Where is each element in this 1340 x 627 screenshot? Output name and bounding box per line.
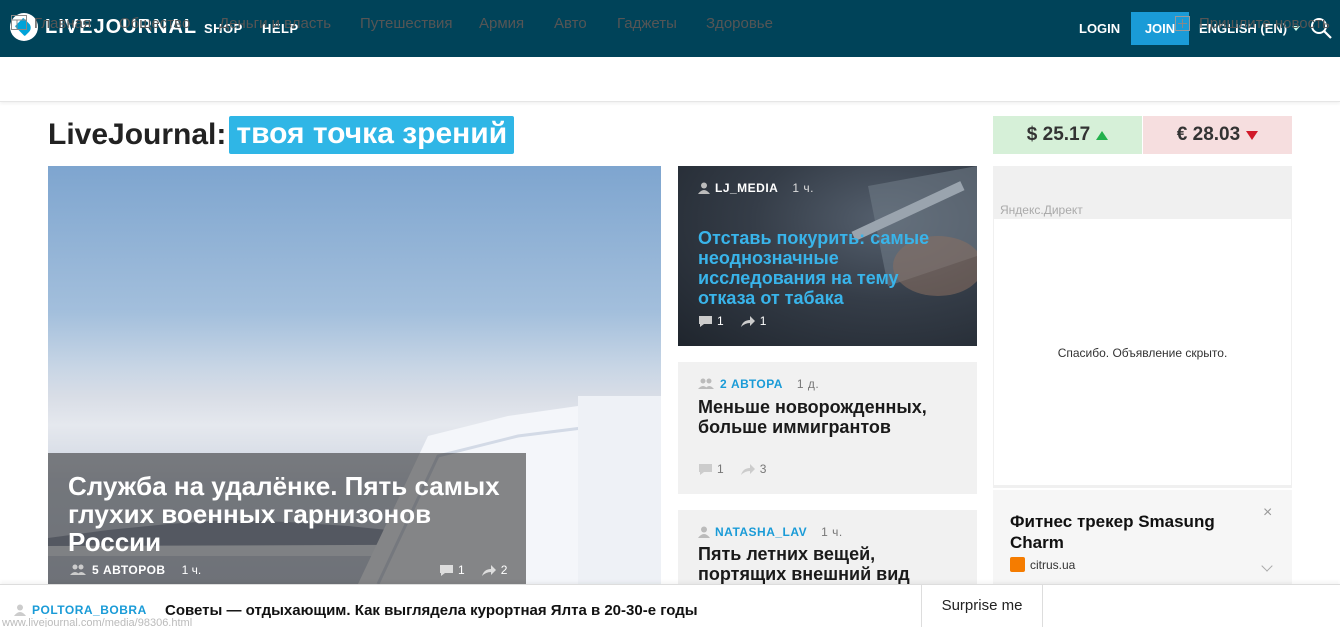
surprise-me-button[interactable]: Surprise me — [921, 584, 1043, 627]
status-url: www.livejournal.com/media/98306.html — [2, 617, 193, 627]
page-title: LiveJournal: твоя точка зрений — [48, 116, 515, 154]
nav-item-home[interactable]: Главная — [34, 15, 91, 32]
hero-authors-label: 5 АВТОРОВ — [92, 563, 166, 577]
users-icon — [698, 378, 714, 389]
card-author[interactable]: 2 АВТОРА 1 д. — [698, 377, 819, 391]
nav-item-gadgets[interactable]: Гаджеты — [617, 15, 677, 32]
nav-item-money-power[interactable]: Деньги и власть — [219, 15, 331, 32]
comment-icon[interactable] — [698, 463, 713, 476]
login-link[interactable]: LOGIN — [1079, 21, 1120, 36]
submit-news-link[interactable]: Пришлите новость — [1175, 15, 1330, 32]
card-title[interactable]: Меньше новорожденных, больше иммигрантов — [698, 397, 968, 437]
share-icon[interactable] — [740, 315, 756, 328]
eur-rate: € 28.03 — [1143, 116, 1292, 154]
nav-item-travel[interactable]: Путешествия — [360, 15, 453, 32]
ad-hidden-message: Спасибо. Объявление скрыто. — [1057, 346, 1228, 360]
card-time: 1 ч. — [821, 525, 843, 539]
comment-icon[interactable] — [698, 315, 713, 328]
hero-time: 1 ч. — [181, 563, 202, 577]
hero-title[interactable]: Служба на удалёнке. Пять самых глухих во… — [68, 472, 518, 556]
hero-stats: 1 2 — [439, 563, 507, 577]
hero-authors[interactable]: 5 АВТОРОВ 1 ч. — [70, 563, 201, 577]
user-icon — [698, 526, 710, 538]
promo-title[interactable]: Фитнес трекер Smasung Charm — [1010, 511, 1260, 553]
nav-item-auto[interactable]: Авто — [554, 15, 587, 32]
comment-icon[interactable] — [439, 564, 454, 577]
card-author-name: LJ_MEDIA — [715, 181, 779, 195]
card-title[interactable]: Пять летних вещей, портящих внешний вид — [698, 544, 968, 584]
submit-news-label: Пришлите новость — [1199, 15, 1330, 32]
promo-source-label: citrus.ua — [1030, 557, 1076, 572]
home-grid-icon — [11, 15, 27, 30]
nav-item-society[interactable]: Общество — [119, 15, 190, 32]
title-prefix: LiveJournal: — [48, 118, 227, 151]
users-icon — [70, 564, 86, 575]
user-icon — [698, 182, 710, 194]
card-shares: 3 — [759, 462, 767, 476]
ad-label[interactable]: Яндекс.Директ — [1000, 203, 1083, 217]
user-icon — [14, 604, 26, 616]
card-title[interactable]: Отставь покурить: самые неоднозначные ис… — [698, 228, 958, 308]
usd-value: $ 25.17 — [1026, 124, 1091, 145]
card-comments: 1 — [717, 462, 724, 476]
share-icon[interactable] — [481, 564, 497, 577]
citrus-logo-icon — [1010, 557, 1025, 572]
share-icon[interactable] — [740, 463, 756, 476]
hero-shares: 2 — [500, 563, 508, 577]
bottom-author-name: POLTORA_BOBRA — [32, 603, 147, 617]
nav-item-health[interactable]: Здоровье — [706, 15, 773, 32]
card-time: 1 д. — [796, 377, 820, 391]
card-time: 1 ч. — [792, 181, 814, 195]
category-nav — [0, 57, 1340, 102]
plus-icon — [1175, 16, 1190, 31]
arrow-up-icon — [1096, 130, 1109, 140]
arrow-down-icon — [1246, 130, 1259, 140]
card-stats: 1 1 — [698, 314, 782, 328]
promo-source[interactable]: citrus.ua — [1010, 557, 1075, 572]
hero-comments: 1 — [458, 563, 465, 577]
card-comments: 1 — [717, 314, 724, 328]
usd-rate: $ 25.17 — [993, 116, 1142, 154]
card-author[interactable]: LJ_MEDIA 1 ч. — [698, 181, 814, 195]
card-author-name: NATASHA_LAV — [715, 525, 808, 539]
nav-item-army[interactable]: Армия — [479, 15, 524, 32]
eur-value: € 28.03 — [1176, 124, 1241, 145]
card-stats: 1 3 — [698, 462, 782, 476]
card-shares: 1 — [759, 314, 767, 328]
card-author[interactable]: NATASHA_LAV 1 ч. — [698, 525, 843, 539]
title-highlight: твоя точка зрений — [229, 116, 515, 154]
bottom-author[interactable]: POLTORA_BOBRA — [14, 603, 147, 617]
close-icon[interactable]: × — [1263, 504, 1272, 522]
card-author-name: 2 АВТОРА — [720, 377, 783, 391]
bottom-story-title[interactable]: Советы — отдыхающим. Как выглядела курор… — [165, 602, 698, 619]
